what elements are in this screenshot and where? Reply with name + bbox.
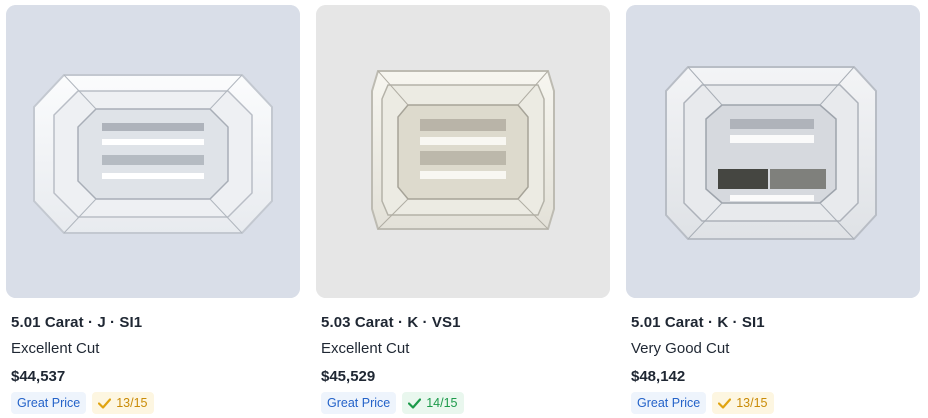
diamond-price: $44,537: [11, 368, 66, 385]
score-value: 14/15: [426, 396, 458, 410]
diamond-card[interactable]: 5.01 Carat · K · SI1 Very Good Cut $48,1…: [626, 5, 920, 417]
diamond-title[interactable]: 5.03 Carat · K · VS1: [321, 314, 461, 331]
diamond-image[interactable]: [626, 5, 920, 298]
diamond-cut: Excellent Cut: [321, 340, 410, 357]
great-price-badge: Great Price: [321, 392, 397, 414]
check-icon: [98, 397, 112, 409]
emerald-diamond-graphic: [626, 5, 920, 298]
score-badge: 13/15: [92, 392, 154, 414]
emerald-diamond-graphic: [316, 5, 610, 298]
diamond-cut: Very Good Cut: [631, 340, 730, 357]
score-badge: 13/15: [712, 392, 774, 414]
great-price-badge: Great Price: [631, 392, 707, 414]
diamond-price: $48,142: [631, 368, 686, 385]
score-value: 13/15: [736, 396, 768, 410]
great-price-badge: Great Price: [11, 392, 87, 414]
diamond-badges: Great Price 14/15: [321, 392, 464, 414]
score-value: 13/15: [116, 396, 148, 410]
diamond-price: $45,529: [321, 368, 376, 385]
check-icon: [718, 397, 732, 409]
diamond-card[interactable]: 5.03 Carat · K · VS1 Excellent Cut $45,5…: [316, 5, 610, 417]
check-icon: [408, 397, 422, 409]
diamond-title[interactable]: 5.01 Carat · K · SI1: [631, 314, 765, 331]
diamond-badges: Great Price 13/15: [11, 392, 154, 414]
diamond-image[interactable]: [6, 5, 300, 298]
diamond-badges: Great Price 13/15: [631, 392, 774, 414]
score-badge: 14/15: [402, 392, 464, 414]
diamond-results-grid: 5.01 Carat · J · SI1 Excellent Cut $44,5…: [0, 0, 928, 418]
diamond-image[interactable]: [316, 5, 610, 298]
diamond-cut: Excellent Cut: [11, 340, 100, 357]
diamond-card[interactable]: 5.01 Carat · J · SI1 Excellent Cut $44,5…: [6, 5, 300, 417]
diamond-title[interactable]: 5.01 Carat · J · SI1: [11, 314, 142, 331]
emerald-diamond-graphic: [6, 5, 300, 298]
